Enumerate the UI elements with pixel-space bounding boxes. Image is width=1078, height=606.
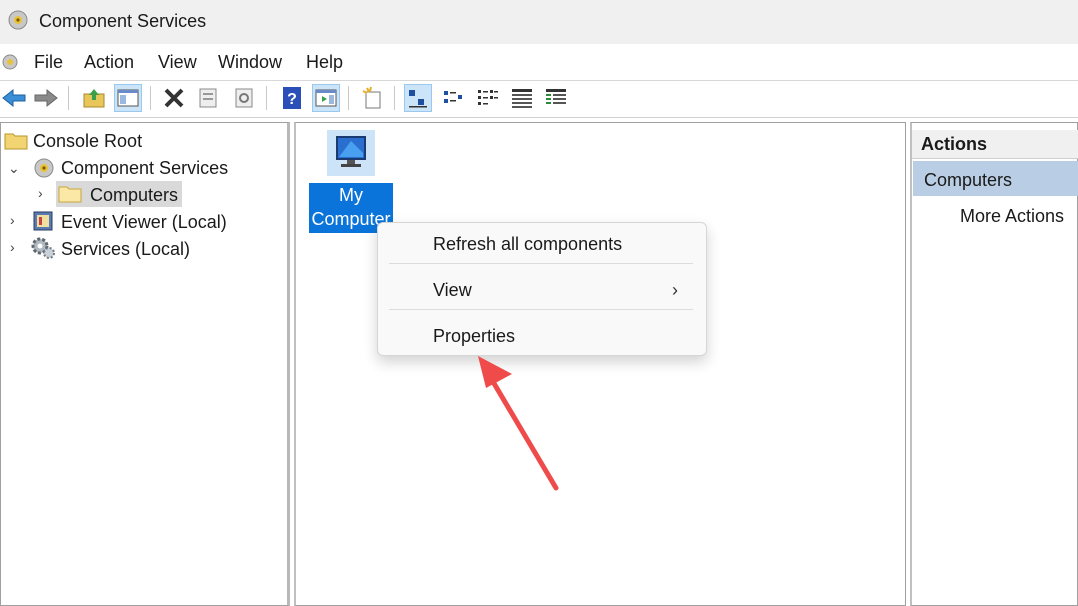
refresh-icon — [235, 88, 253, 108]
my-computer-icon[interactable] — [327, 130, 375, 176]
help-button[interactable]: ? — [278, 84, 306, 112]
large-icons-icon — [409, 90, 427, 108]
detail-view-icon — [512, 89, 532, 108]
expanded-chevron-icon[interactable]: ⌄ — [8, 160, 20, 177]
menu-file[interactable]: File — [34, 52, 63, 73]
new-item-icon — [362, 86, 381, 109]
menu-window[interactable]: Window — [218, 52, 282, 73]
toolbar-separator — [348, 86, 349, 110]
menu-view[interactable]: View — [158, 52, 197, 73]
context-menu-properties[interactable]: Properties — [433, 326, 515, 347]
console-root-folder-icon — [4, 133, 28, 150]
context-menu-separator — [389, 309, 693, 310]
computer-monitor-icon — [336, 136, 366, 167]
tree-item-computers[interactable]: Computers — [90, 185, 178, 206]
status-view-button[interactable] — [542, 84, 570, 112]
more-actions-link[interactable]: More Actions — [960, 206, 1064, 227]
small-icons-view-button[interactable] — [440, 84, 468, 112]
tree-item-console-root[interactable]: Console Root — [33, 131, 142, 152]
new-window-button[interactable] — [358, 84, 386, 112]
system-menu-icon[interactable] — [0, 52, 20, 72]
forward-arrow-icon — [34, 88, 58, 108]
status-view-icon — [546, 89, 566, 104]
large-icons-view-button[interactable] — [404, 84, 432, 112]
folder-up-icon — [83, 89, 105, 108]
menu-help[interactable]: Help — [306, 52, 343, 73]
component-services-icon — [8, 10, 28, 30]
detail-view-button[interactable] — [508, 84, 536, 112]
context-menu-separator — [389, 263, 693, 264]
list-view-icon — [478, 90, 498, 105]
list-view-button[interactable] — [474, 84, 502, 112]
tree-item-component-services[interactable]: Component Services — [61, 158, 228, 179]
toolbar-separator — [266, 86, 267, 110]
svg-text:?: ? — [287, 91, 297, 108]
show-hide-console-tree-button[interactable] — [114, 84, 142, 112]
toolbar-separator — [68, 86, 69, 110]
tree-item-services[interactable]: Services (Local) — [61, 239, 190, 260]
show-hide-action-pane-button[interactable] — [312, 84, 340, 112]
delete-button[interactable] — [160, 84, 188, 112]
collapsed-chevron-icon[interactable]: › — [10, 239, 15, 255]
small-icons-icon — [444, 91, 462, 103]
component-services-icon — [34, 158, 54, 178]
window-title: Component Services — [39, 11, 207, 31]
action-pane-icon — [315, 89, 337, 107]
delete-x-icon — [164, 88, 184, 108]
computers-folder-icon — [58, 186, 82, 203]
actions-title: Actions — [921, 134, 988, 154]
toolbar-separator — [150, 86, 151, 110]
collapsed-chevron-icon[interactable]: › — [10, 212, 15, 228]
back-button[interactable] — [0, 84, 28, 112]
context-menu-refresh-all-components[interactable]: Refresh all components — [433, 234, 622, 255]
forward-button[interactable] — [32, 84, 60, 112]
event-viewer-icon — [33, 211, 53, 231]
tree-item-event-viewer[interactable]: Event Viewer (Local) — [61, 212, 227, 233]
refresh-button[interactable] — [230, 84, 258, 112]
menu-action[interactable]: Action — [84, 52, 134, 73]
context-menu-view[interactable]: View — [433, 280, 472, 301]
up-one-level-button[interactable] — [80, 84, 108, 112]
back-arrow-icon — [2, 88, 26, 108]
console-tree-icon — [117, 89, 139, 107]
actions-section-label: Computers — [924, 170, 1013, 190]
collapsed-chevron-icon[interactable]: › — [38, 185, 43, 201]
submenu-chevron-icon: › — [672, 280, 678, 300]
services-gear-icon — [31, 237, 55, 259]
properties-icon — [199, 88, 217, 108]
toolbar-separator — [394, 86, 395, 110]
help-question-icon: ? — [283, 87, 301, 109]
annotation-arrow-icon — [478, 356, 559, 491]
properties-button[interactable] — [194, 84, 222, 112]
